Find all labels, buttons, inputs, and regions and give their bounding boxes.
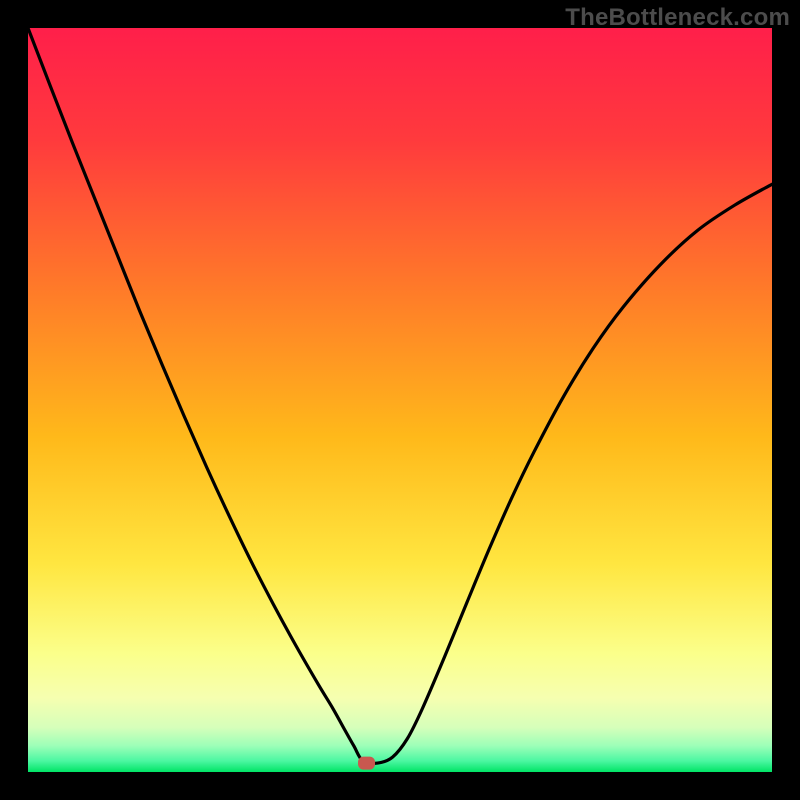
gradient-background (28, 28, 772, 772)
plot-area (28, 28, 772, 772)
plot-svg (28, 28, 772, 772)
chart-frame: TheBottleneck.com (0, 0, 800, 800)
marker-dot (359, 757, 375, 769)
